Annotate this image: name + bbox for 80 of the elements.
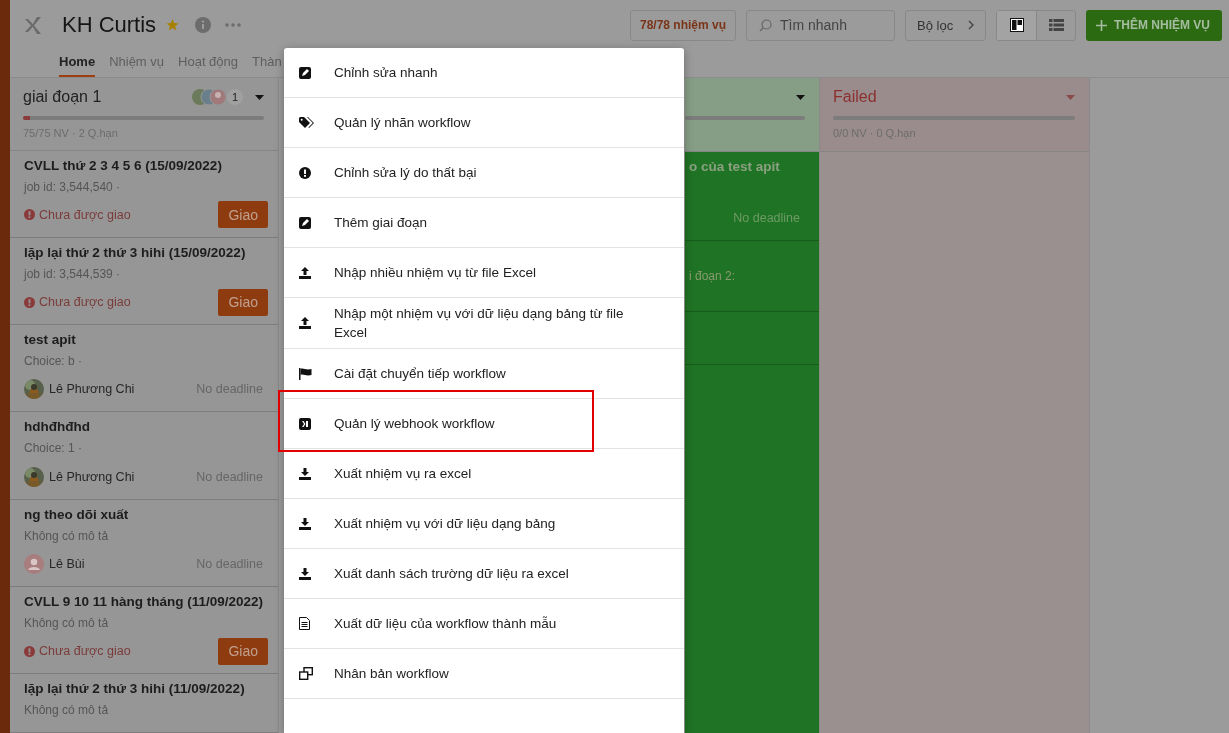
search-icon (759, 18, 772, 32)
card-description: job id: 3,544,540 · (24, 179, 122, 194)
status-text: Chưa được giao (39, 644, 131, 659)
document-icon (299, 617, 310, 630)
assignee-name: Lê Phương Chi (49, 469, 135, 484)
star-icon[interactable] (166, 19, 180, 31)
avatar-icon (24, 553, 44, 574)
card-title: test apit (24, 331, 77, 350)
card-description: Choice: 1 · (24, 441, 84, 456)
deadline-text: No deadline (733, 211, 800, 225)
board-view-button[interactable] (997, 10, 1036, 40)
card-title: hdhđhđhd (24, 418, 91, 437)
flag-icon (299, 367, 312, 380)
card-title: CVLL thứ 2 3 4 5 6 (15/09/2022) (24, 156, 223, 175)
menu-item[interactable]: Xuất danh sách trường dữ liệu ra excel (284, 549, 684, 599)
menu-item[interactable]: Chỉnh sửa nhanh (284, 48, 684, 98)
assign-button[interactable]: Giao (218, 288, 268, 316)
card-description: Không có mô tả (24, 615, 110, 630)
plus-icon (1096, 19, 1107, 31)
task-count-button[interactable]: 78/78 nhiệm vụ (630, 9, 736, 41)
card-description: job id: 3,544,539 · (24, 266, 122, 281)
chevron-right-icon (968, 20, 974, 30)
menu-item[interactable]: Quản lý webhook workflow (284, 399, 684, 449)
menu-item[interactable]: Thêm giai đoạn (284, 198, 684, 248)
card-title: o của test apit (689, 158, 781, 176)
assignee-name: Lê Phương Chi (49, 382, 135, 397)
download-icon (299, 517, 311, 530)
edit-icon (299, 66, 311, 79)
card-title: ng theo dõi xuất (24, 505, 130, 524)
menu-item[interactable]: Nhập nhiều nhiệm vụ từ file Excel (284, 248, 684, 298)
copy-icon (299, 667, 313, 680)
task-card[interactable]: lặp lại thứ 2 thứ 3 hihi (15/09/2022) job id: 3,544,539 · Chưa được giao Giao (10, 237, 278, 326)
board-icon (1009, 18, 1024, 32)
task-card[interactable]: lặp lại thứ 2 thứ 3 hihi (11/09/2022) Không có mô tả (10, 674, 278, 733)
menu-item[interactable]: Chỉnh sửa lý do thất bại (284, 148, 684, 198)
status-text: Chưa được giao (39, 295, 131, 310)
task-card[interactable]: CVLL 9 10 11 hàng tháng (11/09/2022) Không có mô tả Chưa được giao Giao (10, 586, 278, 675)
menu-item[interactable]: Nhân bản workflow (284, 649, 684, 699)
menu-item[interactable]: Quản lý nhãn workflow (284, 98, 684, 148)
alert-icon (24, 209, 35, 221)
status-text: Chưa được giao (39, 207, 131, 222)
alert-icon (24, 645, 35, 657)
more-icon[interactable] (225, 23, 242, 27)
download-icon (299, 467, 311, 480)
member-count: 1 (227, 89, 243, 105)
card-description: i đoạn 2: (689, 269, 737, 283)
card-title: CVLL 9 10 11 hàng tháng (11/09/2022) (24, 592, 265, 611)
search-field[interactable]: Tìm nhanh (746, 9, 895, 41)
assign-button[interactable]: Giao (218, 637, 268, 665)
alert-icon (24, 296, 35, 308)
upload-icon (299, 266, 311, 279)
alert-icon (299, 166, 311, 179)
workflow-title: KH Curtis (62, 12, 157, 38)
add-task-button[interactable]: THÊM NHIỆM VỤ (1086, 9, 1222, 41)
logo-icon (25, 16, 42, 34)
tag-icon (299, 116, 314, 129)
menu-item[interactable]: Xuất dữ liệu của workflow thành mẫu (284, 599, 684, 649)
column-title: giai đoạn 1 (23, 88, 103, 106)
card-description: Choice: b · (24, 354, 84, 369)
card-title: lặp lại thứ 2 thứ 3 hihi (11/09/2022) (24, 680, 246, 699)
menu-item[interactable]: Xuất nhiệm vụ với dữ liệu dạng bảng (284, 499, 684, 549)
assignee-name: Lê Bùi (49, 556, 85, 571)
webhook-icon (299, 417, 311, 430)
card-description: Không có mô tả (24, 528, 110, 543)
filter-button[interactable]: Bộ lọc (905, 9, 986, 41)
info-icon[interactable] (195, 17, 212, 33)
card-title: lặp lại thứ 2 thứ 3 hihi (15/09/2022) (24, 243, 247, 262)
menu-item[interactable]: Nhập một nhiệm vụ với dữ liệu dạng bảng từ file Excel (284, 298, 684, 349)
menu-item[interactable]: Cài đặt chuyển tiếp workflow (284, 349, 684, 399)
menu-item[interactable]: Xuất nhiệm vụ ra excel (284, 449, 684, 499)
assign-button[interactable]: Giao (218, 201, 268, 229)
card-description: Không có mô tả (24, 703, 110, 718)
upload-icon (299, 317, 311, 329)
list-icon (1048, 19, 1064, 31)
edit-icon (299, 216, 311, 229)
caret-icon[interactable] (255, 94, 264, 100)
task-card[interactable]: CVLL thứ 2 3 4 5 6 (15/09/2022) job id: 3,544,540 · Chưa được giao Giao (10, 150, 278, 238)
caret-icon[interactable] (796, 94, 805, 100)
column-title: Failed (833, 88, 878, 106)
download-icon (299, 567, 311, 580)
